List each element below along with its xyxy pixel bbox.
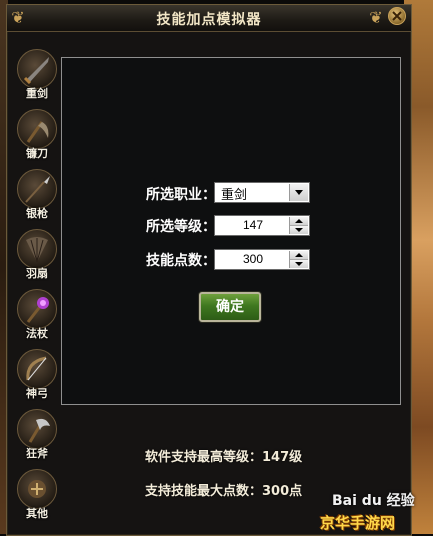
- staff-icon: [17, 289, 57, 329]
- other-icon: [17, 469, 57, 509]
- feather-fan-icon: [17, 229, 57, 269]
- bow-icon: [17, 349, 57, 389]
- max-level-info: 软件支持最高等级：147级: [145, 450, 303, 465]
- axe-icon: [17, 409, 57, 449]
- points-decrement-button[interactable]: [290, 260, 308, 268]
- corner-ornament-right-icon: ❦: [369, 8, 383, 27]
- class-select[interactable]: 重剑: [214, 182, 310, 203]
- class-item-spear[interactable]: 银枪: [15, 169, 59, 229]
- class-field-label: 所选职业：: [146, 187, 216, 203]
- class-item-bow[interactable]: 神弓: [15, 349, 59, 409]
- chevron-down-icon: [295, 190, 303, 195]
- points-value: 300: [242, 252, 264, 266]
- title-bar: ❦ 技能加点模拟器 ❦: [7, 5, 411, 32]
- points-stepper-buttons: [289, 251, 308, 268]
- close-button[interactable]: [388, 7, 406, 25]
- close-icon: [392, 11, 402, 21]
- dropdown-button[interactable]: [289, 184, 308, 201]
- arrow-down-icon: [295, 228, 303, 232]
- class-label: 法杖: [26, 327, 48, 340]
- class-label: 狂斧: [26, 447, 48, 460]
- level-value: 147: [242, 218, 264, 232]
- class-label: 神弓: [26, 387, 48, 400]
- class-item-scythe[interactable]: 镰刀: [15, 109, 59, 169]
- arrow-up-icon: [295, 253, 303, 257]
- class-item-greatsword[interactable]: 重剑: [15, 49, 59, 109]
- level-stepper-buttons: [289, 217, 308, 234]
- max-points-info: 支持技能最大点数：300点: [145, 484, 303, 499]
- class-item-axe[interactable]: 狂斧: [15, 409, 59, 469]
- class-item-staff[interactable]: 法杖: [15, 289, 59, 349]
- class-label: 镰刀: [26, 147, 48, 160]
- points-field-label: 技能点数：: [146, 253, 216, 269]
- class-label: 羽扇: [26, 267, 48, 280]
- class-select-value: 重剑: [221, 188, 248, 203]
- level-decrement-button[interactable]: [290, 226, 308, 234]
- scythe-icon: [17, 109, 57, 149]
- arrow-down-icon: [295, 262, 303, 266]
- arrow-up-icon: [295, 219, 303, 223]
- window-title: 技能加点模拟器: [156, 12, 262, 28]
- spear-icon: [17, 169, 57, 209]
- class-item-feather-fan[interactable]: 羽扇: [15, 229, 59, 289]
- greatsword-icon: [17, 49, 57, 89]
- level-stepper[interactable]: 147: [214, 215, 310, 236]
- level-field-label: 所选等级：: [146, 219, 216, 235]
- class-item-other[interactable]: 其他: [15, 469, 59, 529]
- class-label: 重剑: [26, 87, 48, 100]
- class-label: 银枪: [26, 207, 48, 220]
- level-increment-button[interactable]: [290, 217, 308, 226]
- points-stepper[interactable]: 300: [214, 249, 310, 270]
- baidu-watermark: Bai du 经验: [332, 493, 415, 509]
- class-label: 其他: [26, 507, 48, 520]
- site-watermark: 京华手游网: [320, 514, 396, 532]
- confirm-button[interactable]: 确定: [199, 292, 261, 322]
- points-increment-button[interactable]: [290, 251, 308, 260]
